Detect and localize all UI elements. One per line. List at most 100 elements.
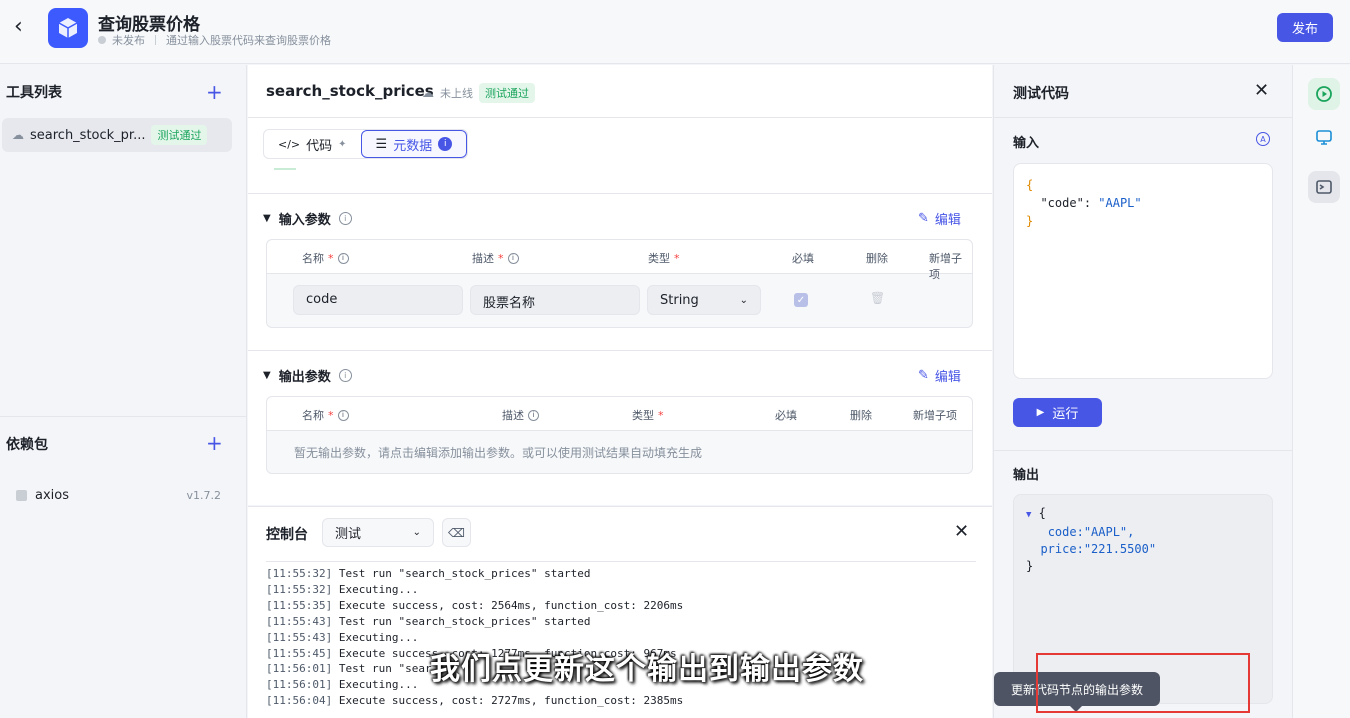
log-line: [11:55:32] Test run "search_stock_prices… (266, 567, 591, 580)
sparkle-icon: ✦ (338, 138, 347, 150)
tool-item-badge: 测试通过 (151, 125, 208, 145)
table-header: 名称 * i 描述 * i 类型 * 必填 删除 新增子项 (267, 240, 972, 281)
code-line: } (1026, 214, 1034, 228)
param-type-value: String (660, 292, 699, 308)
clear-console-icon[interactable]: ⌫ (442, 518, 471, 547)
output-label: 输出 (1013, 468, 1040, 483)
terminal-icon[interactable] (1308, 171, 1340, 203)
console-env-value: 测试 (335, 527, 362, 542)
col-type: 类型 * (632, 408, 664, 423)
dependency-name: axios (35, 488, 69, 503)
sliders-icon: ☰ (375, 136, 388, 152)
chevron-down-icon: ⌄ (739, 294, 748, 306)
param-name-input[interactable]: code (293, 285, 463, 315)
edit-label: 编辑 (934, 370, 961, 385)
log-line: [11:55:32] Executing... (266, 582, 419, 596)
tab-indicator (274, 168, 296, 170)
tool-name-title: search_stock_prices (266, 82, 434, 100)
ai-icon[interactable]: A (1256, 132, 1270, 146)
col-add-child: 新增子项 (913, 409, 957, 422)
divider (994, 450, 1292, 451)
top-header: ‹ 查询股票价格 未发布 通过输入股票代码来查询股票价格 发布 (0, 0, 1350, 64)
edit-icon: ✎ (918, 211, 929, 226)
monitor-icon[interactable] (1308, 121, 1340, 153)
chevron-down-icon: ▼ (263, 370, 271, 381)
header-subline: 未发布 通过输入股票代码来查询股票价格 (98, 32, 331, 48)
add-dependency-plus-icon[interactable]: + (206, 433, 223, 453)
output-params-header[interactable]: ▼ 输出参数 i (263, 366, 352, 385)
col-delete: 删除 (866, 252, 888, 265)
console-env-select[interactable]: 测试 ⌄ (322, 518, 434, 547)
input-params-table: 名称 * i 描述 * i 类型 * 必填 删除 新增子项 code 股票名称 Strin… (266, 239, 973, 328)
back-arrow-icon[interactable]: ‹ (14, 16, 36, 38)
package-icon (16, 490, 27, 501)
tab-metadata[interactable]: ☰ 元数据 i (360, 130, 468, 158)
divider (248, 117, 992, 118)
close-icon[interactable]: ✕ (1254, 80, 1269, 101)
run-test-icon[interactable] (1308, 78, 1340, 110)
edit-output-params-button[interactable]: ✎ 编辑 (918, 366, 961, 385)
tab-metadata-label: 元数据 (393, 138, 433, 154)
editor-tabs: </> 代码 ✦ ☰ 元数据 i (263, 129, 469, 159)
code-line: { (1026, 178, 1034, 192)
log-line: [11:55:43] Test run "search_stock_prices… (266, 614, 591, 628)
col-required: 必填 (792, 252, 814, 265)
test-code-panel: 测试代码 ✕ 输入 A { "code": "AAPL" } ▶ 运行 输出 ▼… (993, 65, 1292, 718)
output-params-table: 名称 * i 描述 i 类型 * 必填 删除 新增子项 暂无输出参数，请点击编辑添加输出… (266, 396, 973, 474)
left-sidebar: 工具列表 + ☁ search_stock_pr... 测试通过 依赖包 + a… (0, 65, 247, 718)
status-dot-icon (98, 36, 106, 44)
right-toolbar (1292, 65, 1350, 718)
col-desc: 描述 * i (472, 250, 519, 266)
console-title: 控制台 (266, 527, 308, 543)
col-delete: 删除 (850, 409, 872, 422)
input-params-header[interactable]: ▼ 输入参数 i (263, 209, 352, 228)
code-line: } (1026, 559, 1034, 573)
table-row: code 股票名称 String ⌄ ✓ 🗑 (267, 274, 972, 326)
log-line: [11:55:35] Execute success, cost: 2564ms… (266, 598, 684, 612)
col-desc: 描述 i (502, 407, 539, 423)
col-name: 名称 * i (302, 250, 349, 266)
divider (248, 193, 992, 194)
publish-button[interactable]: 发布 (1277, 13, 1333, 42)
tools-list-title: 工具列表 (6, 85, 62, 101)
param-desc-input[interactable]: 股票名称 (470, 285, 640, 315)
collapse-caret-icon[interactable]: ▼ (1026, 510, 1031, 520)
code-icon: </> (278, 137, 301, 151)
play-circle-icon (1316, 86, 1332, 102)
edit-input-params-button[interactable]: ✎ 编辑 (918, 209, 961, 228)
tab-code[interactable]: </> 代码 ✦ (264, 130, 361, 158)
highlight-annotation-box (1036, 653, 1250, 713)
code-line: code:"AAPL", (1047, 525, 1135, 539)
run-button[interactable]: ▶ 运行 (1013, 398, 1102, 427)
add-tool-plus-icon[interactable]: + (206, 82, 223, 102)
cloud-icon: ☁ (12, 128, 24, 142)
dependency-item[interactable]: axios v1.7.2 (16, 488, 221, 503)
info-icon: i (338, 369, 352, 382)
col-required: 必填 (775, 409, 797, 422)
test-pass-badge: 测试通过 (479, 83, 535, 103)
publish-status: 未发布 (112, 34, 145, 47)
test-panel-title: 测试代码 (1013, 86, 1069, 102)
cube-icon (58, 18, 78, 38)
output-params-title: 输出参数 (278, 370, 331, 385)
edit-icon: ✎ (918, 368, 929, 383)
dependency-version: v1.7.2 (186, 489, 222, 502)
tool-logo (48, 8, 88, 48)
required-checkbox[interactable]: ✓ (794, 293, 808, 307)
trash-icon[interactable]: 🗑 (870, 291, 885, 307)
close-icon[interactable]: ✕ (954, 521, 969, 542)
info-icon: i (338, 212, 352, 225)
chevron-down-icon: ▼ (263, 213, 271, 224)
input-label: 输入 (1013, 136, 1040, 151)
code-line: "code": "AAPL" (1040, 196, 1142, 210)
col-type: 类型 * (648, 251, 680, 266)
test-input-editor[interactable]: { "code": "AAPL" } (1013, 163, 1273, 379)
input-params-title: 输入参数 (278, 213, 331, 228)
divider (994, 117, 1292, 118)
info-icon: i (438, 137, 453, 151)
play-icon: ▶ (1036, 407, 1045, 418)
sidebar-item-tool[interactable]: ☁ search_stock_pr... 测试通过 (2, 118, 232, 152)
divider (248, 350, 992, 351)
online-status: 未上线 (440, 87, 473, 100)
param-type-select[interactable]: String ⌄ (647, 285, 761, 315)
